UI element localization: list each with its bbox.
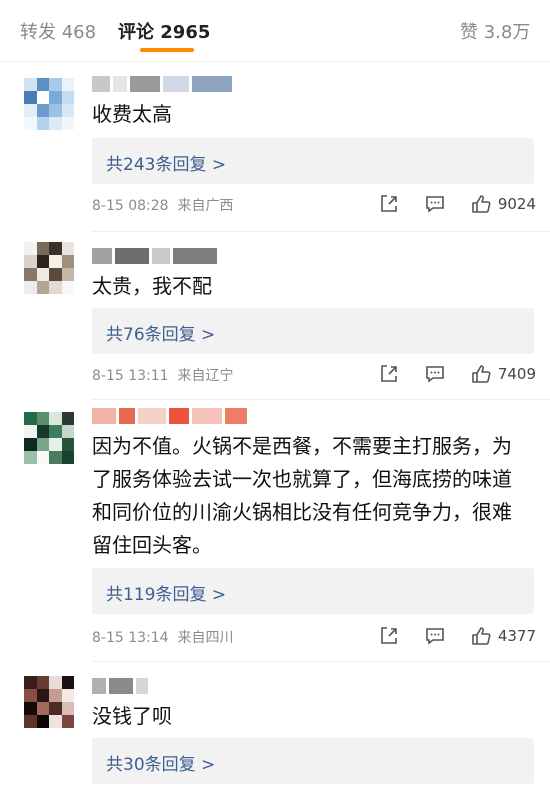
comment-actions: 7409 [354,362,536,386]
tab-comments[interactable]: 评论 2965 [118,18,210,44]
avatar[interactable] [24,242,74,294]
comment-location: 来自广西 [177,198,234,214]
thumbs-up-icon[interactable] [470,193,492,215]
avatar[interactable] [24,78,74,130]
reply-count-button[interactable]: 共243条回复 > [92,138,534,184]
comment-time: 8-15 13:14 [92,630,169,646]
like-count: 7409 [497,365,536,383]
comment-meta: 8-15 13:14 来自四川 [92,627,233,647]
thumbs-up-icon[interactable] [470,363,492,385]
comment-text: 没钱了呗 [92,704,172,728]
username-obscured[interactable] [92,248,222,264]
share-icon[interactable] [378,193,400,215]
reply-count-label: 共30条回复 > [106,755,216,775]
reply-count-button[interactable]: 共30条回复 > [92,738,534,784]
comment-item: 因为不值。火锅不是西餐，不需要主打服务，为了服务体验去试一次也就算了，但海底捞的… [0,400,550,662]
avatar[interactable] [24,676,74,728]
comment-location: 来自辽宁 [177,368,234,384]
comment-icon[interactable] [424,363,446,385]
comment-meta: 8-15 13:11 来自辽宁 [92,365,233,385]
comment-item: 太贵，我不配 共76条回复 > 8-15 13:11 来自辽宁 7409 [0,232,550,400]
reply-count-button[interactable]: 共119条回复 > [92,568,534,614]
avatar[interactable] [24,412,74,464]
comment-text: 因为不值。火锅不是西餐，不需要主打服务，为了服务体验去试一次也就算了，但海底捞的… [92,434,512,557]
username-obscured[interactable] [92,76,232,92]
comment-time: 8-15 13:11 [92,368,169,384]
comment-icon[interactable] [424,193,446,215]
comment-time: 8-15 08:28 [92,198,169,214]
comment-location: 来自四川 [177,630,234,646]
reply-count-button[interactable]: 共76条回复 > [92,308,534,354]
comment-text: 太贵，我不配 [92,274,212,298]
share-icon[interactable] [378,625,400,647]
comment-text: 收费太高 [92,102,172,126]
like-count: 4377 [497,627,536,645]
tab-likes[interactable]: 赞 3.8万 [460,18,530,44]
comment-icon[interactable] [424,625,446,647]
thumbs-up-icon[interactable] [470,625,492,647]
username-obscured[interactable] [92,678,148,694]
reply-count-label: 共76条回复 > [106,325,216,345]
active-tab-indicator [140,48,194,52]
reply-count-label: 共119条回复 > [106,585,227,605]
reply-count-label: 共243条回复 > [106,155,227,175]
like-count: 9024 [497,195,536,213]
comment-tabs: 转发 468 评论 2965 赞 3.8万 [0,0,550,62]
comment-item: 收费太高 共243条回复 > 8-15 08:28 来自广西 9024 [0,62,550,232]
comment-meta: 8-15 08:28 来自广西 [92,195,233,215]
comment-item: 没钱了呗 共30条回复 > [0,662,550,790]
username-obscured[interactable] [92,408,272,424]
comment-actions: 4377 [354,624,536,648]
share-icon[interactable] [378,363,400,385]
comment-actions: 9024 [354,192,536,216]
tab-reposts[interactable]: 转发 468 [20,18,96,44]
